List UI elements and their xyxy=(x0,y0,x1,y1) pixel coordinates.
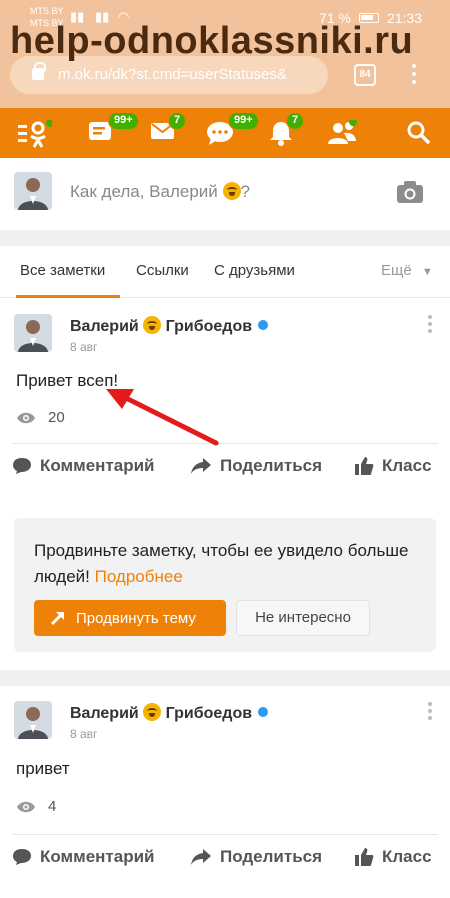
friends-icon xyxy=(328,118,357,144)
composer-text: Как дела, Валерий xyxy=(70,182,218,201)
annotation-arrow xyxy=(106,389,219,446)
mail-badge: 7 xyxy=(168,112,187,130)
post-author[interactable]: Валерий Грибоедов xyxy=(70,703,269,723)
tab-more[interactable]: Ещё ▼ xyxy=(381,262,433,279)
url-text: m.ok.ru/dk?st.cmd=userStatuses& xyxy=(58,66,287,83)
upside-down-face-icon xyxy=(143,316,162,334)
chevron-down-icon: ▼ xyxy=(421,266,433,278)
verified-icon xyxy=(258,320,269,330)
arrow-up-right-icon xyxy=(50,612,64,626)
notifications-button[interactable]: 7 xyxy=(268,112,305,146)
author-last-name: Грибоедов xyxy=(165,705,253,722)
search-icon xyxy=(407,121,430,144)
share-label: Поделиться xyxy=(220,847,323,866)
divider xyxy=(0,230,450,246)
carrier-1: MTS BY xyxy=(30,6,64,16)
post-actions: Комментарий Поделиться Класс xyxy=(12,443,438,493)
avatar[interactable] xyxy=(14,172,52,210)
promote-label: Продвинуть тему xyxy=(76,609,196,627)
post-views: 20 xyxy=(16,409,65,426)
thumbs-up-icon xyxy=(355,848,374,866)
post-author[interactable]: Валерий Грибоедов xyxy=(70,316,269,336)
comment-label: Комментарий xyxy=(40,847,155,866)
promo-box: Продвиньте заметку, чтобы ее увидело бол… xyxy=(14,518,436,652)
views-count: 4 xyxy=(48,798,57,815)
share-button[interactable]: Поделиться xyxy=(190,847,322,867)
comment-label: Комментарий xyxy=(40,456,155,475)
views-count: 20 xyxy=(48,409,65,426)
share-icon xyxy=(191,458,211,474)
camera-icon xyxy=(397,181,423,203)
composer-text-end: ? xyxy=(240,182,250,201)
browser-chrome: MTS BY MTS BY ▮▮ ▮▮ ◠ 71 % 21:33 m.ok.ru… xyxy=(0,0,450,108)
eye-icon xyxy=(17,801,35,812)
post-text: привет xyxy=(16,759,70,778)
messages-badge: 99+ xyxy=(108,112,139,130)
post-actions: Комментарий Поделиться Класс xyxy=(12,834,438,884)
not-interested-button[interactable]: Не интересно xyxy=(236,600,370,636)
tab-links[interactable]: Ссылки xyxy=(136,262,189,279)
camera-button[interactable] xyxy=(396,180,424,209)
post-avatar[interactable] xyxy=(14,314,52,352)
post-card: Валерий Грибоедов 8 авг привет 4 Коммент… xyxy=(0,686,450,898)
comment-icon xyxy=(13,458,31,474)
ok-menu-icon xyxy=(18,119,54,148)
post-date: 8 авг xyxy=(70,340,98,354)
watermark: help-odnoklassniki.ru xyxy=(10,20,414,62)
post-menu-icon[interactable] xyxy=(428,315,432,336)
like-button[interactable]: Класс xyxy=(354,847,432,867)
author-last-name: Грибоедов xyxy=(165,318,253,335)
like-label: Класс xyxy=(382,847,432,866)
friends-button[interactable] xyxy=(326,118,357,146)
thumbs-up-icon xyxy=(355,457,374,475)
active-tab-indicator xyxy=(16,295,120,298)
like-button[interactable]: Класс xyxy=(354,456,432,476)
tab-all-notes[interactable]: Все заметки xyxy=(20,262,105,279)
tab-with-friends[interactable]: С друзьями xyxy=(214,262,295,279)
post-card: Валерий Грибоедов 8 авг Привет всеп! 20 … xyxy=(0,299,450,507)
menu-logo-button[interactable] xyxy=(18,119,54,148)
divider xyxy=(0,670,450,686)
search-button[interactable] xyxy=(406,120,434,146)
browser-menu-icon[interactable] xyxy=(410,62,418,86)
promo-text: Продвиньте заметку, чтобы ее увидело бол… xyxy=(34,538,414,590)
notes-filter-tabs: Все заметки Ссылки С друзьями Ещё ▼ xyxy=(0,246,450,298)
post-menu-icon[interactable] xyxy=(428,702,432,723)
comment-button[interactable]: Комментарий xyxy=(12,847,154,867)
share-label: Поделиться xyxy=(220,456,323,475)
comment-icon xyxy=(13,849,31,865)
promote-topic-button[interactable]: Продвинуть тему xyxy=(34,600,226,636)
post-avatar[interactable] xyxy=(14,701,52,739)
like-label: Класс xyxy=(382,456,432,475)
promo-more-link[interactable]: Подробнее xyxy=(95,567,183,586)
ok-nav-bar: 99+ 7 99+ 7 xyxy=(0,108,450,158)
post-views: 4 xyxy=(16,798,56,815)
upside-down-face-icon xyxy=(222,182,241,200)
composer-placeholder[interactable]: Как дела, Валерий ? xyxy=(70,182,250,202)
lock-icon xyxy=(32,62,46,80)
author-first-name: Валерий xyxy=(70,318,139,335)
upside-down-face-icon xyxy=(143,703,162,721)
status-composer[interactable]: Как дела, Валерий ? xyxy=(0,158,450,230)
eye-icon xyxy=(17,412,35,423)
discussions-button[interactable]: 99+ xyxy=(206,112,259,146)
messages-button[interactable]: 99+ xyxy=(88,112,139,146)
share-icon xyxy=(191,849,211,865)
author-first-name: Валерий xyxy=(70,705,139,722)
post-date: 8 авг xyxy=(70,727,98,741)
promo-message: Продвиньте заметку, чтобы ее увидело бол… xyxy=(34,541,409,586)
comment-button[interactable]: Комментарий xyxy=(12,456,154,476)
tabs-count-button[interactable]: 84 xyxy=(354,64,376,86)
mail-button[interactable]: 7 xyxy=(150,112,187,146)
verified-icon xyxy=(258,707,269,717)
discussions-badge: 99+ xyxy=(228,112,259,130)
notifications-badge: 7 xyxy=(286,112,305,130)
tab-more-label: Ещё xyxy=(381,262,412,279)
share-button[interactable]: Поделиться xyxy=(190,456,322,476)
